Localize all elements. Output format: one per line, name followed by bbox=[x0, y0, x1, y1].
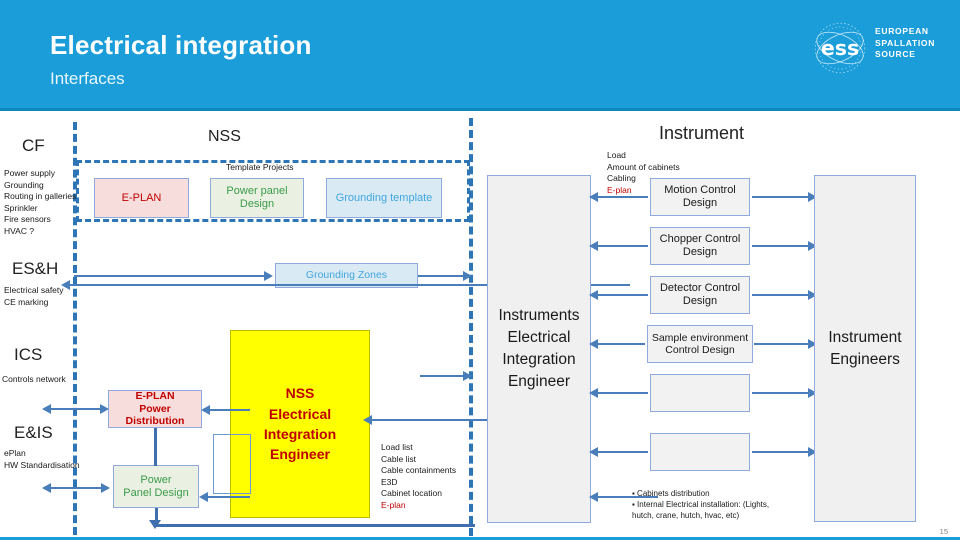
group-items-esh: Electrical safety CE marking bbox=[4, 285, 64, 307]
header-divider bbox=[0, 108, 960, 111]
connector-lane-crossing bbox=[420, 375, 464, 377]
arrowhead-grounding-zones-in bbox=[264, 271, 273, 281]
bullet-line-1: ▪ Cabinets distribution bbox=[632, 489, 710, 498]
nss-outputs-items: Load list Cable list Cable containments … bbox=[381, 442, 457, 499]
connector-nss-down-eplanpd bbox=[248, 409, 250, 411]
eplan-power-distribution-box[interactable]: E-PLAN Power Distribution bbox=[108, 390, 202, 428]
arrowhead-lane-crossing bbox=[463, 371, 472, 381]
connector-esh-to-grounding-zones bbox=[74, 275, 264, 277]
instrument-inputs-eplan-label: E-plan bbox=[607, 185, 632, 195]
arrowhead-ics-in bbox=[42, 404, 51, 414]
group-label-cf: CF bbox=[22, 136, 45, 155]
connector-chopper-to-ie bbox=[752, 245, 810, 247]
connector-detector-to-ie bbox=[752, 294, 810, 296]
arrowhead-eplanpd-in bbox=[100, 404, 109, 414]
logo-line-2: SPALLATION bbox=[875, 37, 936, 48]
arrowhead-iee-in-2 bbox=[589, 241, 598, 251]
connector-detector-to-iee bbox=[598, 294, 648, 296]
connector-sample-to-ie bbox=[754, 343, 810, 345]
routing-loop-nss bbox=[213, 434, 251, 494]
slide-header: Electrical integration Interfaces ess EU… bbox=[0, 0, 960, 111]
instrument-inputs-red-item: E-plan bbox=[607, 185, 632, 197]
template-box-power-panel-design[interactable]: Power panel Design bbox=[210, 178, 304, 218]
arrowhead-eis-in bbox=[42, 483, 51, 493]
design-box-empty-2[interactable] bbox=[650, 433, 750, 471]
connector-nss-to-powerpanel bbox=[208, 496, 250, 498]
design-box-motion-control[interactable]: Motion Control Design bbox=[650, 178, 750, 216]
connector-sample-to-iee bbox=[598, 343, 645, 345]
arrowhead-iee-in-7 bbox=[589, 492, 598, 502]
design-box-empty-1[interactable] bbox=[650, 374, 750, 412]
group-label-nss: NSS bbox=[208, 128, 241, 145]
connector-bottom-return bbox=[155, 524, 475, 527]
ess-logo-icon: ess bbox=[814, 22, 866, 74]
ess-logo: ess EUROPEAN SPALLATION SOURCE bbox=[797, 12, 960, 85]
design-box-detector-control[interactable]: Detector Control Design bbox=[650, 276, 750, 314]
group-items-cf: Power supply Grounding Routing in galler… bbox=[4, 168, 77, 236]
page-title: Electrical integration bbox=[50, 30, 312, 60]
connector-empty2-to-iee bbox=[598, 451, 648, 453]
bullet-line-2: ▪ Internal Electrical installation: (Lig… bbox=[632, 500, 770, 509]
connector-instrument-to-nss bbox=[372, 419, 488, 421]
arrowhead-nss-in-from-instrument bbox=[363, 415, 372, 425]
connector-grounding-zones-to-lane bbox=[418, 275, 464, 277]
group-label-ics: ICS bbox=[14, 345, 43, 364]
group-label-instrument: Instrument bbox=[659, 123, 745, 143]
page-number: 15 bbox=[939, 527, 948, 536]
template-box-eplan[interactable]: E-PLAN bbox=[94, 178, 189, 218]
connector-chopper-to-iee bbox=[598, 245, 648, 247]
nss-outputs-red-item: E-plan bbox=[381, 500, 406, 512]
power-panel-design-box[interactable]: Power Panel Design bbox=[113, 465, 199, 508]
nss-electrical-integration-engineer-box[interactable]: NSS Electrical Integration Engineer bbox=[230, 330, 370, 518]
arrowhead-powerpanel-from-nss bbox=[199, 492, 208, 502]
connector-eis-to-powerpanel bbox=[48, 487, 106, 489]
arrowhead-iee-in-1 bbox=[589, 192, 598, 202]
template-projects-caption: Template Projects bbox=[226, 162, 294, 172]
group-label-eis: E&IS bbox=[14, 423, 53, 442]
connector-motion-to-iee bbox=[598, 196, 648, 198]
page-subtitle: Interfaces bbox=[50, 69, 125, 88]
arrowhead-eplanpd-from-nss bbox=[201, 405, 210, 415]
arrowhead-esh-in bbox=[61, 280, 70, 290]
arrowhead-iee-in-5 bbox=[589, 388, 598, 398]
group-items-ics: Controls network bbox=[2, 374, 66, 384]
design-box-sample-environment-control[interactable]: Sample environment Control Design bbox=[647, 325, 753, 363]
instrument-engineers-box[interactable]: Instrument Engineers bbox=[814, 175, 916, 522]
ess-logo-wordmark: EUROPEAN SPALLATION SOURCE bbox=[875, 26, 935, 61]
arrowhead-iee-in-4 bbox=[589, 339, 598, 349]
connector-nss-to-eplanpd bbox=[210, 409, 250, 411]
instruments-electrical-integration-engineer-box[interactable]: Instruments Electrical Integration Engin… bbox=[487, 175, 591, 523]
group-items-eis: ePlan HW Standardisation bbox=[4, 448, 80, 470]
arrowhead-iee-in-3 bbox=[589, 290, 598, 300]
svg-text:ess: ess bbox=[821, 36, 859, 60]
instrument-bullets: ▪ Cabinets distribution ▪ Internal Elect… bbox=[632, 488, 769, 521]
logo-line-3: SOURCE bbox=[875, 49, 916, 59]
nss-outputs-eplan-label: E-plan bbox=[381, 500, 406, 510]
arrowhead-grounding-zones-out bbox=[463, 271, 472, 281]
connector-motion-to-ie bbox=[752, 196, 810, 198]
connector-empty1-to-ie bbox=[752, 392, 810, 394]
arrowhead-powerpanel-in bbox=[101, 483, 110, 493]
design-box-chopper-control[interactable]: Chopper Control Design bbox=[650, 227, 750, 265]
connector-empty1-to-iee bbox=[598, 392, 648, 394]
logo-line-1: EUROPEAN bbox=[875, 26, 929, 36]
connector-eis-to-eplanpd bbox=[48, 408, 106, 410]
template-box-grounding-template[interactable]: Grounding template bbox=[326, 178, 442, 218]
group-label-esh: ES&H bbox=[12, 259, 59, 278]
bullet-line-3: hutch, crane, hutch, hvac, etc) bbox=[632, 511, 740, 520]
connector-eplanpd-to-powerpanel bbox=[154, 428, 157, 466]
slide-canvas: Electrical integration Interfaces ess EU… bbox=[0, 0, 960, 540]
connector-empty2-to-ie bbox=[752, 451, 810, 453]
arrowhead-iee-in-6 bbox=[589, 447, 598, 457]
